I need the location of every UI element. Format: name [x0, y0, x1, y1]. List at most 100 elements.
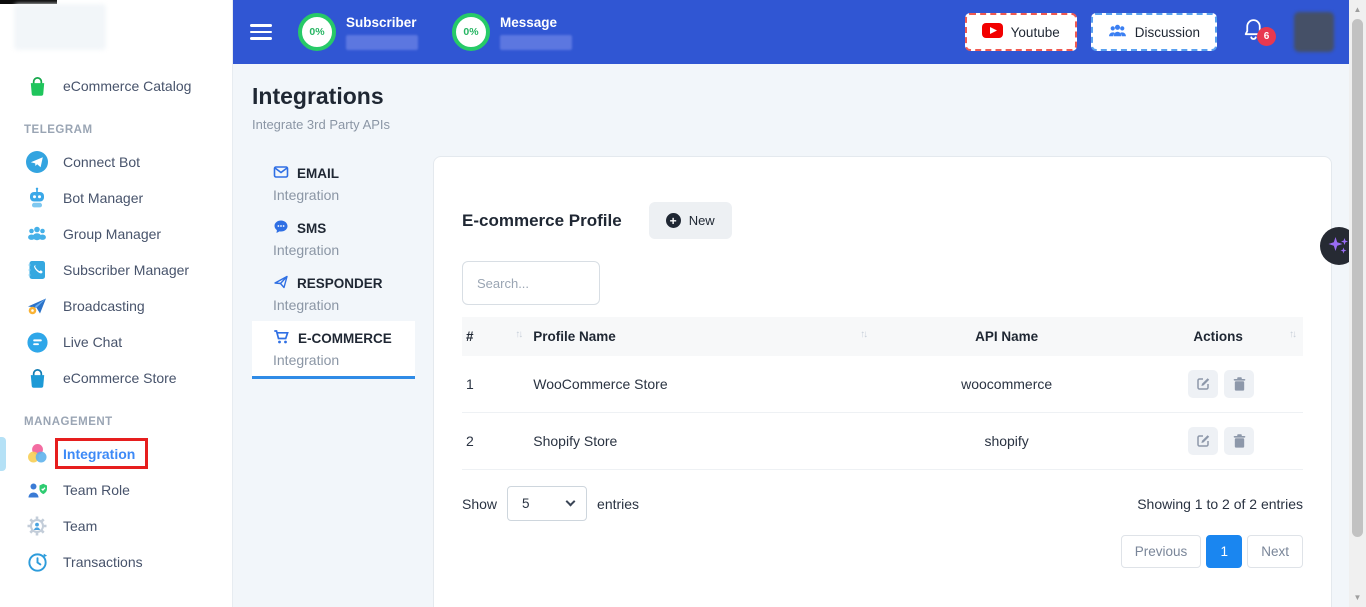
sidebar-item-broadcasting[interactable]: Broadcasting — [0, 288, 232, 324]
notification-count-badge: 6 — [1257, 27, 1276, 46]
sidebar-item-label: Transactions — [63, 554, 143, 570]
subnav-item-title: E-COMMERCE — [298, 331, 392, 346]
robot-icon — [24, 185, 50, 211]
delete-button[interactable] — [1224, 370, 1254, 398]
subnav-item-responder[interactable]: RESPONDER Integration — [252, 266, 415, 321]
column-header-actions[interactable]: ↑↓Actions — [1143, 317, 1303, 356]
api-name-cell: shopify — [874, 413, 1143, 470]
scrollbar[interactable]: ▲ ▼ — [1349, 0, 1366, 607]
sidebar-item-label: Broadcasting — [63, 298, 145, 314]
redacted-message-value — [500, 35, 572, 50]
users-icon — [1108, 23, 1127, 41]
table-row: 2 Shopify Store shopify — [462, 413, 1303, 470]
sidebar-item-team-role[interactable]: Team Role — [0, 472, 232, 508]
message-progress-ring: 0% — [452, 13, 490, 51]
sidebar-item-transactions[interactable]: Transactions — [0, 544, 232, 580]
sidebar-item-bot-manager[interactable]: Bot Manager — [0, 180, 232, 216]
sidebar-item-ecommerce-catalog[interactable]: eCommerce Catalog — [0, 68, 232, 104]
subnav-item-ecommerce[interactable]: E-COMMERCE Integration — [252, 321, 415, 379]
sidebar-menu: eCommerce Catalog TELEGRAM Connect Bot B… — [0, 0, 232, 580]
sidebar-item-subscriber-manager[interactable]: Subscriber Manager — [0, 252, 232, 288]
scroll-up-icon[interactable]: ▲ — [1349, 5, 1366, 14]
page-1-button[interactable]: 1 — [1206, 535, 1242, 568]
integration-subnav: EMAIL Integration SMS Integration — [252, 156, 415, 379]
subnav-item-subtitle: Integration — [273, 352, 407, 368]
shopping-bag-blue-icon — [24, 365, 50, 391]
top-header: 0% Subscriber 0% Message Youtube Discuss… — [233, 0, 1366, 64]
edit-button[interactable] — [1188, 427, 1218, 455]
message-stat-label: Message — [500, 15, 572, 30]
annotation-highlight-box — [55, 438, 148, 469]
panel-title: E-commerce Profile — [462, 211, 622, 231]
notifications-button[interactable]: 6 — [1241, 17, 1266, 47]
user-gear-icon — [24, 513, 50, 539]
sort-icon: ↑↓ — [515, 329, 521, 340]
contact-book-phone-icon — [24, 257, 50, 283]
subnav-item-email[interactable]: EMAIL Integration — [252, 156, 415, 211]
search-input[interactable] — [462, 261, 600, 305]
telegram-icon — [24, 149, 50, 175]
sidebar: eCommerce Catalog TELEGRAM Connect Bot B… — [0, 0, 233, 607]
new-button-label: New — [689, 213, 715, 228]
sidebar-item-team[interactable]: Team — [0, 508, 232, 544]
plus-circle-icon: + — [666, 213, 681, 228]
edit-button[interactable] — [1188, 370, 1218, 398]
sparkles-icon — [1327, 234, 1351, 258]
sidebar-item-group-manager[interactable]: Group Manager — [0, 216, 232, 252]
hamburger-menu-icon[interactable] — [250, 20, 272, 44]
user-shield-icon — [24, 477, 50, 503]
user-avatar[interactable] — [1294, 12, 1334, 52]
edit-icon — [1195, 433, 1211, 449]
envelope-icon — [273, 164, 289, 183]
edit-icon — [1195, 376, 1211, 392]
column-header-api-name[interactable]: API Name — [874, 317, 1143, 356]
discussion-button[interactable]: Discussion — [1091, 13, 1217, 51]
shopping-cart-icon — [273, 329, 290, 348]
column-header-num[interactable]: ↑↓# — [462, 317, 529, 356]
new-profile-button[interactable]: + New — [649, 202, 732, 239]
sidebar-section-management: MANAGEMENT — [0, 408, 232, 436]
pagination: Previous 1 Next — [462, 535, 1303, 568]
subscriber-progress-ring: 0% — [298, 13, 336, 51]
message-stat: 0% Message — [452, 13, 572, 51]
sidebar-item-ecommerce-store[interactable]: eCommerce Store — [0, 360, 232, 396]
main-content: Integrations Integrate 3rd Party APIs EM… — [233, 64, 1349, 607]
delete-button[interactable] — [1224, 427, 1254, 455]
sidebar-item-label: eCommerce Store — [63, 370, 177, 386]
subnav-item-sms[interactable]: SMS Integration — [252, 211, 415, 266]
row-number: 1 — [462, 356, 529, 413]
subscriber-stat-label: Subscriber — [346, 15, 418, 30]
subnav-item-subtitle: Integration — [273, 187, 407, 203]
table-header-row: ↑↓# ↑↓Profile Name API Name ↑↓Actions — [462, 317, 1303, 356]
sidebar-item-label: Subscriber Manager — [63, 262, 189, 278]
sidebar-item-label: Group Manager — [63, 226, 161, 242]
profile-name-cell: Shopify Store — [529, 413, 874, 470]
sidebar-item-label: Connect Bot — [63, 154, 140, 170]
subnav-item-title: RESPONDER — [297, 276, 383, 291]
subscriber-stat: 0% Subscriber — [298, 13, 418, 51]
page-subtitle: Integrate 3rd Party APIs — [252, 117, 1349, 132]
sidebar-item-label: eCommerce Catalog — [63, 78, 191, 94]
next-page-button[interactable]: Next — [1247, 535, 1303, 568]
page-size-select[interactable]: 5 — [507, 486, 587, 521]
scroll-down-icon[interactable]: ▼ — [1349, 593, 1366, 602]
youtube-button-label: Youtube — [1011, 25, 1060, 40]
sidebar-item-connect-bot[interactable]: Connect Bot — [0, 144, 232, 180]
sidebar-section-telegram: TELEGRAM — [0, 116, 232, 144]
header-actions: Youtube Discussion 6 — [965, 12, 1334, 52]
previous-page-button[interactable]: Previous — [1121, 535, 1202, 568]
redacted-subscriber-value — [346, 35, 418, 50]
sidebar-item-integration[interactable]: Integration — [0, 436, 232, 472]
clock-history-icon — [24, 549, 50, 575]
users-group-icon — [24, 221, 50, 247]
sidebar-item-label: Team Role — [63, 482, 130, 498]
table-summary: Showing 1 to 2 of 2 entries — [1137, 496, 1303, 512]
scrollbar-thumb[interactable] — [1352, 19, 1363, 537]
sidebar-item-live-chat[interactable]: Live Chat — [0, 324, 232, 360]
profiles-table: ↑↓# ↑↓Profile Name API Name ↑↓Actions 1 … — [462, 317, 1303, 470]
column-header-profile-name[interactable]: ↑↓Profile Name — [529, 317, 874, 356]
youtube-button[interactable]: Youtube — [965, 13, 1077, 51]
sidebar-item-label: Team — [63, 518, 97, 534]
youtube-icon — [982, 23, 1003, 41]
paper-plane-outline-icon — [273, 274, 289, 293]
